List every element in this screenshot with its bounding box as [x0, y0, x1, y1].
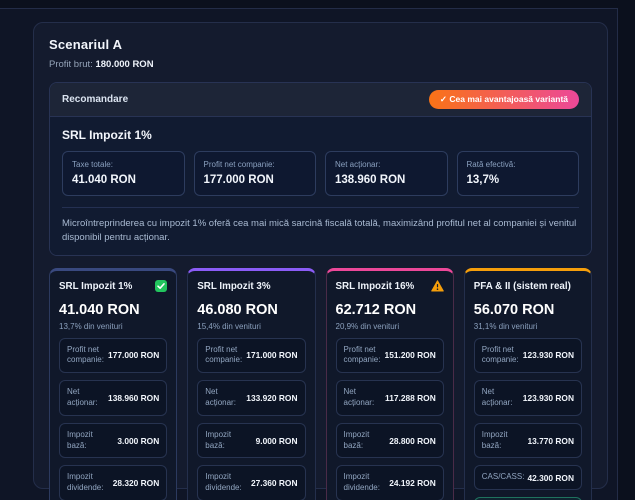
row-label: CAS/CASS: [482, 472, 525, 483]
card-title: SRL Impozit 3% [197, 281, 270, 292]
row-label: Net acționar: [205, 387, 243, 409]
row-label: Profit net companie: [344, 345, 382, 367]
row-label: Profit net companie: [482, 345, 520, 367]
detail-row: Impozit dividende:27.360 RON [197, 465, 305, 500]
card-percent-of-revenue: 13,7% din venituri [59, 322, 167, 331]
recommendation-description: Microîntreprinderea cu impozit 1% oferă … [62, 207, 579, 245]
stat-box-rata-efectiva: Rată efectivă: 13,7% [457, 151, 580, 196]
row-label: Impozit bază: [344, 430, 387, 452]
check-icon: ✓ [440, 94, 447, 104]
row-label: Impozit dividende: [205, 472, 248, 494]
detail-row: Impozit bază:28.800 RON [336, 423, 444, 459]
card-percent-of-revenue: 15,4% din venituri [197, 322, 305, 331]
stat-label: Net acționar: [335, 160, 438, 169]
recommendation-stats: Taxe totale: 41.040 RON Profit net compa… [62, 151, 579, 196]
page-title: Scenariul A [49, 37, 592, 52]
scenario-card: SRL Impozit 16% 62.712 RON 20,9% din venit… [326, 268, 454, 500]
detail-row: Impozit bază:13.770 RON [474, 423, 582, 459]
row-value: 28.320 RON [113, 478, 160, 488]
row-value: 138.960 RON [108, 393, 159, 403]
row-value: 123.930 RON [523, 350, 574, 360]
card-header: PFA & II (sistem real) [474, 280, 582, 293]
best-option-badge: ✓ Cea mai avantajoasă variantă [429, 90, 579, 109]
card-total-tax-amount: 46.080 RON [197, 302, 305, 318]
scenario-panel: Scenariul A Profit brut: 180.000 RON Rec… [33, 22, 608, 489]
row-value: 3.000 RON [117, 436, 159, 446]
gross-profit-value: 180.000 RON [95, 59, 153, 70]
row-value: 123.930 RON [523, 393, 574, 403]
card-title: SRL Impozit 1% [59, 281, 132, 292]
row-label: Impozit bază: [482, 430, 525, 452]
card-header: SRL Impozit 16% [336, 280, 444, 293]
stat-label: Profit net companie: [204, 160, 307, 169]
stat-box-profit-net: Profit net companie: 177.000 RON [194, 151, 317, 196]
detail-row: Net acționar:133.920 RON [197, 380, 305, 416]
row-label: Impozit dividende: [67, 472, 110, 494]
recommendation-panel: Recomandare ✓ Cea mai avantajoasă varian… [49, 82, 592, 256]
detail-row: Net acționar:138.960 RON [59, 380, 167, 416]
card-total-tax-amount: 62.712 RON [336, 302, 444, 318]
detail-row: Net acționar:123.930 RON [474, 380, 582, 416]
row-value: 151.200 RON [385, 350, 436, 360]
check-icon [155, 280, 167, 292]
row-label: Profit net companie: [67, 345, 105, 367]
scenario-card: SRL Impozit 3% 46.080 RON 15,4% din venitu… [187, 268, 315, 500]
row-value: 27.360 RON [251, 478, 298, 488]
cards-grid: SRL Impozit 1% 41.040 RON 13,7% din venitu… [49, 268, 592, 500]
card-total-tax-amount: 56.070 RON [474, 302, 582, 318]
stat-value: 13,7% [467, 174, 570, 186]
detail-row: Profit net companie:151.200 RON [336, 338, 444, 374]
recommendation-body: SRL Impozit 1% Taxe totale: 41.040 RON P… [50, 117, 591, 255]
row-label: Net acționar: [344, 387, 383, 409]
row-value: 24.192 RON [389, 478, 436, 488]
gross-profit-line: Profit brut: 180.000 RON [49, 59, 592, 70]
stat-box-taxe-totale: Taxe totale: 41.040 RON [62, 151, 185, 196]
detail-row: Impozit bază:3.000 RON [59, 423, 167, 459]
card-header: SRL Impozit 3% [197, 280, 305, 293]
detail-row: Profit net companie:123.930 RON [474, 338, 582, 374]
card-header: SRL Impozit 1% [59, 280, 167, 293]
row-value: 28.800 RON [389, 436, 436, 446]
stat-label: Taxe totale: [72, 160, 175, 169]
card-percent-of-revenue: 31,1% din venituri [474, 322, 582, 331]
card-total-tax-amount: 41.040 RON [59, 302, 167, 318]
row-label: Profit net companie: [205, 345, 243, 367]
recommendation-header: Recomandare ✓ Cea mai avantajoasă varian… [50, 83, 591, 117]
row-value: 117.288 RON [385, 393, 436, 403]
stat-label: Rată efectivă: [467, 160, 570, 169]
row-value: 133.920 RON [246, 393, 297, 403]
card-title: PFA & II (sistem real) [474, 281, 571, 292]
detail-row: CAS/CASS:42.300 RON [474, 465, 582, 490]
row-label: Net acționar: [482, 387, 520, 409]
stat-value: 177.000 RON [204, 174, 307, 186]
detail-row: Profit net companie:177.000 RON [59, 338, 167, 374]
scenario-card: SRL Impozit 1% 41.040 RON 13,7% din venitu… [49, 268, 177, 500]
detail-row: Impozit bază: 9.000 RON [197, 423, 305, 459]
row-label: Impozit bază: [205, 430, 252, 452]
recommended-option-title: SRL Impozit 1% [62, 128, 579, 142]
badge-label: Cea mai avantajoasă variantă [449, 94, 568, 104]
stat-value: 41.040 RON [72, 174, 175, 186]
detail-row: Net acționar:117.288 RON [336, 380, 444, 416]
stat-box-net-actionar: Net acționar: 138.960 RON [325, 151, 448, 196]
row-value: 177.000 RON [108, 350, 159, 360]
row-label: Impozit dividende: [344, 472, 387, 494]
gross-profit-label: Profit brut: [49, 59, 93, 70]
row-value: 171.000 RON [246, 350, 297, 360]
recommendation-section-label: Recomandare [62, 94, 128, 105]
row-value: 42.300 RON [527, 473, 574, 483]
stat-value: 138.960 RON [335, 174, 438, 186]
row-value: 13.770 RON [527, 436, 574, 446]
warning-icon [431, 280, 444, 292]
scenario-card: PFA & II (sistem real) 56.070 RON 31,1% di… [464, 268, 592, 500]
row-label: Net acționar: [67, 387, 105, 409]
detail-row: Profit net companie:171.000 RON [197, 338, 305, 374]
detail-row: Impozit dividende:24.192 RON [336, 465, 444, 500]
row-label: Impozit bază: [67, 430, 114, 452]
card-title: SRL Impozit 16% [336, 281, 415, 292]
card-percent-of-revenue: 20,9% din venituri [336, 322, 444, 331]
detail-row: Impozit dividende:28.320 RON [59, 465, 167, 500]
row-value: 9.000 RON [256, 436, 298, 446]
